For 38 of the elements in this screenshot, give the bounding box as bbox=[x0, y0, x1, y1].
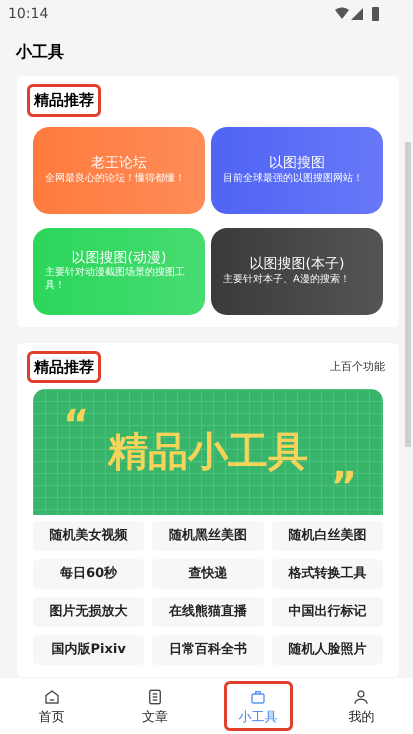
tile-description: 主要针对动漫截图场景的搜图工具！ bbox=[45, 267, 186, 292]
tool-button[interactable]: 随机美女视频 bbox=[33, 521, 144, 551]
nav-tab[interactable]: 我的 bbox=[333, 681, 390, 731]
banner-quote-open: “ bbox=[63, 405, 90, 445]
banner-quote-close: ” bbox=[330, 467, 357, 507]
tool-button[interactable]: 随机白丝美图 bbox=[272, 521, 383, 551]
section-title: 精品推荐 bbox=[27, 350, 101, 383]
tool-button[interactable]: 日常百科全书 bbox=[152, 635, 264, 665]
toolbox-icon bbox=[249, 688, 268, 706]
tile-title: 以图搜图 bbox=[268, 155, 326, 172]
section-title: 精品推荐 bbox=[27, 84, 101, 116]
tool-button[interactable]: 国内版Pixiv bbox=[33, 635, 144, 665]
banner-title: 精品小工具 bbox=[108, 432, 308, 472]
tool-button[interactable]: 每日60秒 bbox=[33, 559, 144, 589]
tile-title: 以图搜图(本子) bbox=[248, 256, 346, 274]
tile-description: 全网最良心的论坛！懂得都懂！ bbox=[45, 172, 186, 185]
home-icon bbox=[42, 688, 61, 706]
tile-title: 以图搜图(动漫) bbox=[70, 250, 168, 266]
tile-title: 老王论坛 bbox=[90, 155, 148, 172]
tool-button[interactable]: 随机人脸照片 bbox=[272, 635, 383, 665]
nav-tab[interactable]: 首页 bbox=[24, 681, 80, 731]
tile-description: 目前全球最强的以图搜图网站！ bbox=[223, 172, 364, 185]
tile-description: 主要针对本子、A漫的搜索！ bbox=[223, 274, 351, 286]
tool-button[interactable]: 图片无损放大 bbox=[33, 597, 144, 627]
tool-button[interactable]: 随机黑丝美图 bbox=[152, 521, 264, 551]
nav-tab[interactable]: 文章 bbox=[126, 681, 183, 731]
page-title: 小工具 bbox=[14, 41, 65, 63]
person-icon bbox=[352, 688, 370, 706]
status-icons bbox=[335, 7, 381, 21]
tool-button[interactable]: 查快递 bbox=[152, 559, 264, 589]
feature-tile[interactable]: 以图搜图(本子) 主要针对本子、A漫的搜索！ bbox=[211, 228, 383, 314]
status-time: 10:14 bbox=[8, 4, 48, 24]
more-link[interactable]: 上百个功能 bbox=[330, 358, 389, 375]
feature-tile[interactable]: 以图搜图 目前全球最强的以图搜图网站！ bbox=[211, 126, 383, 214]
nav-tab[interactable]: 小工具 bbox=[224, 681, 293, 731]
tool-button[interactable]: 中国出行标记 bbox=[272, 597, 383, 627]
tool-button[interactable]: 格式转换工具 bbox=[272, 559, 383, 589]
tool-button[interactable]: 在线熊猫直播 bbox=[152, 597, 264, 627]
